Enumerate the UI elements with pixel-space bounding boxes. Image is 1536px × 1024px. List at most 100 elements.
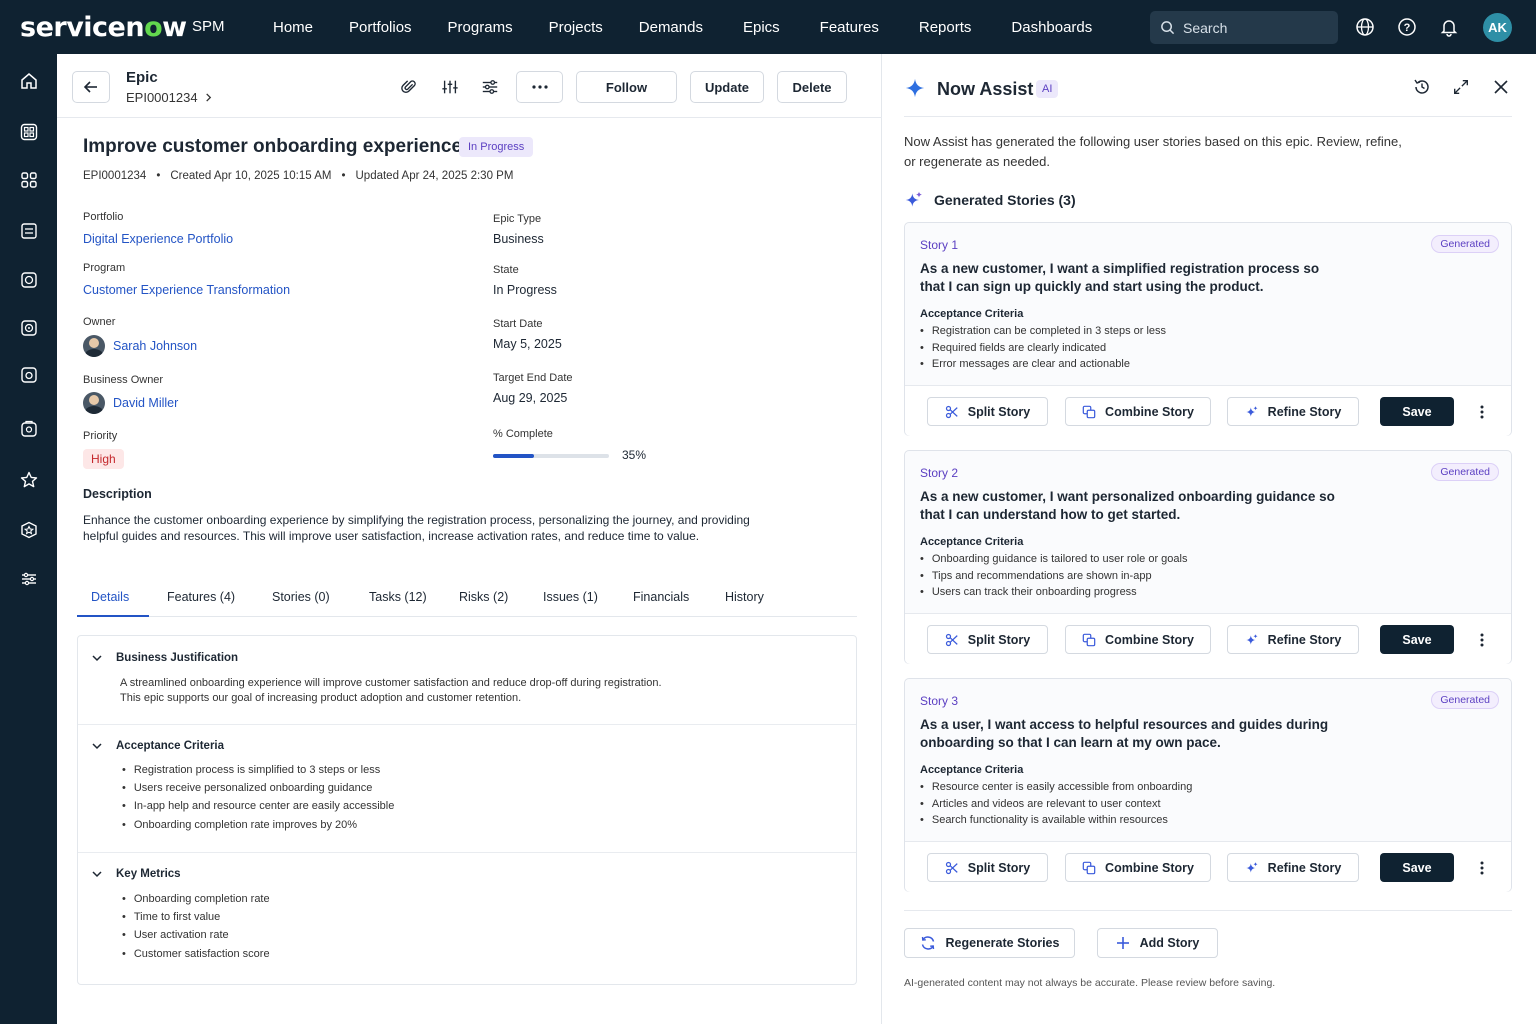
nav-dashboards[interactable]: Dashboards: [1011, 19, 1092, 36]
story-actions: Split Story Combine Story Refine Story S…: [905, 613, 1511, 664]
regenerate-stories-button[interactable]: Regenerate Stories: [904, 928, 1075, 958]
chevron-down-icon: [92, 743, 102, 750]
tab-tasks[interactable]: Tasks (12): [369, 590, 427, 604]
follow-button[interactable]: Follow: [576, 71, 677, 103]
refine-story-button[interactable]: Refine Story: [1227, 625, 1359, 654]
divider: [904, 116, 1512, 117]
target-icon[interactable]: [16, 267, 42, 293]
add-story-button[interactable]: Add Story: [1097, 928, 1218, 958]
end-date-value: Aug 29, 2025: [493, 391, 568, 405]
list-item: Customer satisfaction score: [120, 945, 270, 963]
search-input[interactable]: Search: [1150, 11, 1338, 44]
nav-epics[interactable]: Epics: [743, 19, 780, 36]
story-card: Story 2 Generated As a new customer, I w…: [904, 450, 1512, 664]
nav-reports[interactable]: Reports: [919, 19, 972, 36]
star-icon[interactable]: [16, 467, 42, 493]
apps-grid-icon[interactable]: [16, 167, 42, 193]
story-criteria-list: Resource center is easily accessible fro…: [920, 779, 1192, 829]
tab-stories[interactable]: Stories (0): [272, 590, 330, 604]
list-item: Users can track their onboarding progres…: [920, 584, 1187, 601]
list-item: Users receive personalized onboarding gu…: [120, 779, 394, 797]
list-item: In-app help and resource center are easi…: [120, 797, 394, 815]
kebab-menu-icon[interactable]: [1473, 858, 1491, 878]
description-text: Enhance the customer onboarding experien…: [83, 513, 750, 543]
history-icon[interactable]: [1411, 76, 1433, 98]
tab-details[interactable]: Details: [91, 590, 129, 604]
tab-issues[interactable]: Issues (1): [543, 590, 598, 604]
portfolio-grid-icon[interactable]: [16, 119, 42, 145]
update-button[interactable]: Update: [690, 71, 764, 103]
portfolio-link[interactable]: Digital Experience Portfolio: [83, 232, 233, 246]
badge-icon[interactable]: [16, 416, 42, 442]
help-icon[interactable]: ?: [1395, 15, 1419, 39]
owner-field[interactable]: Sarah Johnson: [83, 335, 197, 357]
refine-story-button[interactable]: Refine Story: [1227, 853, 1359, 882]
list-icon[interactable]: [16, 218, 42, 244]
refine-story-button[interactable]: Refine Story: [1227, 397, 1359, 426]
delete-button[interactable]: Delete: [777, 71, 847, 103]
favorites-icon[interactable]: [16, 517, 42, 543]
close-icon[interactable]: [1490, 76, 1512, 98]
globe-icon[interactable]: [1353, 15, 1377, 39]
acceptance-criteria-label: Acceptance Criteria: [920, 308, 1024, 320]
home-icon[interactable]: [16, 68, 42, 94]
record-type: Epic: [126, 69, 158, 86]
tab-history[interactable]: History: [725, 590, 764, 604]
list-item: Articles and videos are relevant to user…: [920, 796, 1192, 813]
business-justification-header[interactable]: Business Justification: [92, 652, 238, 664]
key-metrics-list: Onboarding completion rate Time to first…: [120, 890, 270, 963]
more-options-button[interactable]: [516, 71, 563, 103]
list-item: Tips and recommendations are shown in-ap…: [920, 568, 1187, 585]
split-story-button[interactable]: Split Story: [927, 397, 1048, 426]
scissors-icon: [945, 405, 958, 418]
business-justification-section: Business Justification A streamlined onb…: [78, 636, 856, 725]
business-justification-title: Business Justification: [116, 652, 239, 664]
tab-financials[interactable]: Financials: [633, 590, 689, 604]
save-button[interactable]: Save: [1380, 853, 1454, 882]
story-criteria-list: Registration can be completed in 3 steps…: [920, 323, 1166, 373]
nav-portfolios[interactable]: Portfolios: [349, 19, 412, 36]
bell-icon[interactable]: [1437, 15, 1461, 39]
key-metrics-header[interactable]: Key Metrics: [92, 868, 181, 880]
acceptance-criteria-header[interactable]: Acceptance Criteria: [92, 740, 224, 752]
program-link[interactable]: Customer Experience Transformation: [83, 283, 290, 297]
epic-type-label: Epic Type: [493, 213, 542, 225]
nav-projects[interactable]: Projects: [549, 19, 603, 36]
servicenow-logo[interactable]: servicenow: [20, 12, 187, 43]
save-button[interactable]: Save: [1380, 625, 1454, 654]
now-assist-panel: Now Assist AI Now Assist has generated t…: [883, 54, 1536, 1024]
expand-icon[interactable]: [1450, 76, 1472, 98]
ai-badge: AI: [1036, 80, 1059, 98]
business-owner-name: David Miller: [113, 396, 179, 410]
kebab-menu-icon[interactable]: [1473, 402, 1491, 422]
description-heading: Description: [83, 487, 152, 501]
tab-risks[interactable]: Risks (2): [459, 590, 508, 604]
generated-badge: Generated: [1431, 463, 1499, 481]
back-button[interactable]: [72, 71, 110, 103]
business-owner-field[interactable]: David Miller: [83, 392, 178, 414]
nav-home[interactable]: Home: [273, 19, 313, 36]
nav-features[interactable]: Features: [820, 19, 879, 36]
nav-programs[interactable]: Programs: [448, 19, 513, 36]
kebab-menu-icon[interactable]: [1473, 630, 1491, 650]
activity-icon[interactable]: [439, 76, 461, 98]
user-avatar[interactable]: AK: [1483, 13, 1512, 42]
tab-features[interactable]: Features (4): [167, 590, 235, 604]
combine-story-button[interactable]: Combine Story: [1065, 853, 1211, 882]
filter-settings-icon[interactable]: [479, 76, 501, 98]
camera-icon[interactable]: [16, 362, 42, 388]
details-accordion: Business Justification A streamlined onb…: [77, 635, 857, 985]
list-item: Search functionality is available within…: [920, 812, 1192, 829]
split-story-label: Split Story: [967, 860, 1031, 875]
save-button[interactable]: Save: [1380, 397, 1454, 426]
combine-story-button[interactable]: Combine Story: [1065, 625, 1211, 654]
combine-story-button[interactable]: Combine Story: [1065, 397, 1211, 426]
goal-icon[interactable]: [16, 315, 42, 341]
record-number[interactable]: EPI0001234: [126, 90, 213, 105]
split-story-button[interactable]: Split Story: [927, 853, 1048, 882]
split-story-button[interactable]: Split Story: [927, 625, 1048, 654]
refine-story-label: Refine Story: [1267, 632, 1342, 647]
settings-sliders-icon[interactable]: [16, 566, 42, 592]
nav-demands[interactable]: Demands: [639, 19, 703, 36]
paperclip-icon[interactable]: [398, 76, 420, 98]
